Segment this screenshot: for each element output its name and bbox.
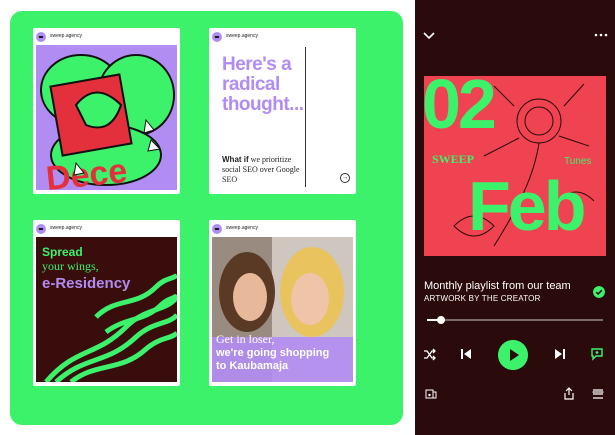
- shuffle-icon[interactable]: [423, 348, 436, 361]
- feed-post-3[interactable]: sweep.agency Spread your wings, e-Reside…: [33, 220, 180, 386]
- post-image-residency: Spread your wings, e-Residency: [36, 237, 177, 382]
- avatar: [36, 224, 46, 234]
- post-image-photo: Get in loser, we're going shopping to Ka…: [212, 237, 353, 382]
- post-headline: Here's a radical thought...: [222, 54, 304, 115]
- post-body-bold: What if: [222, 155, 249, 164]
- post-header: sweep.agency: [209, 28, 356, 44]
- artwork-month: Feb: [468, 167, 586, 245]
- feed-post-1[interactable]: sweep.agency Dece: [33, 28, 180, 194]
- feed-post-4[interactable]: sweep.agency Get in loser, we're going s…: [209, 220, 356, 386]
- more-options-icon[interactable]: [593, 31, 609, 39]
- avatar: [36, 32, 46, 42]
- divider: [305, 47, 306, 187]
- post-image-text: Here's a radical thought... What if we p…: [212, 45, 353, 190]
- avatar: [212, 224, 222, 234]
- artwork-day: 02: [424, 76, 497, 143]
- next-icon[interactable]: [554, 348, 566, 360]
- account-name: sweep.agency: [50, 225, 82, 231]
- post-image-dragon: Dece: [36, 45, 177, 190]
- post-line-2: we're going shopping: [216, 347, 330, 359]
- post-header: sweep.agency: [33, 28, 180, 44]
- progress-handle[interactable]: [437, 316, 446, 324]
- track-subtitle: ARTWORK BY THE CREATOR: [424, 294, 541, 303]
- music-player: 02 SWEEP Tunes Feb Monthly playlist from…: [415, 0, 615, 435]
- account-name: sweep.agency: [226, 225, 258, 231]
- devices-icon[interactable]: [425, 388, 437, 400]
- post-line-3: e-Residency: [42, 275, 131, 292]
- play-button[interactable]: [498, 340, 528, 370]
- post-line-2: your wings,: [42, 259, 99, 273]
- post-header: sweep.agency: [209, 220, 356, 236]
- feed-post-2[interactable]: sweep.agency Here's a radical thought...…: [209, 28, 356, 194]
- post-body: What if we prioritize social SEO over Go…: [222, 155, 302, 185]
- account-name: sweep.agency: [226, 33, 258, 39]
- lyrics-icon[interactable]: [590, 347, 604, 361]
- post-line-3: to Kaubamaja: [216, 360, 289, 372]
- account-name: sweep.agency: [50, 33, 82, 39]
- artwork-brand: SWEEP: [432, 152, 475, 166]
- post-header: sweep.agency: [33, 220, 180, 236]
- previous-icon[interactable]: [460, 348, 472, 360]
- chevron-down-icon[interactable]: [422, 30, 436, 42]
- share-icon[interactable]: [563, 387, 575, 400]
- track-title: Monthly playlist from our team: [424, 280, 571, 292]
- queue-icon[interactable]: [592, 388, 604, 400]
- saved-check-icon[interactable]: [593, 286, 605, 298]
- post-line-1: Spread: [42, 245, 83, 259]
- progress-bar[interactable]: [427, 316, 603, 324]
- album-artwork: 02 SWEEP Tunes Feb: [424, 76, 606, 256]
- arrow-right-icon[interactable]: →: [340, 173, 350, 183]
- post-line-1: Get in loser,: [216, 332, 275, 346]
- avatar: [212, 32, 222, 42]
